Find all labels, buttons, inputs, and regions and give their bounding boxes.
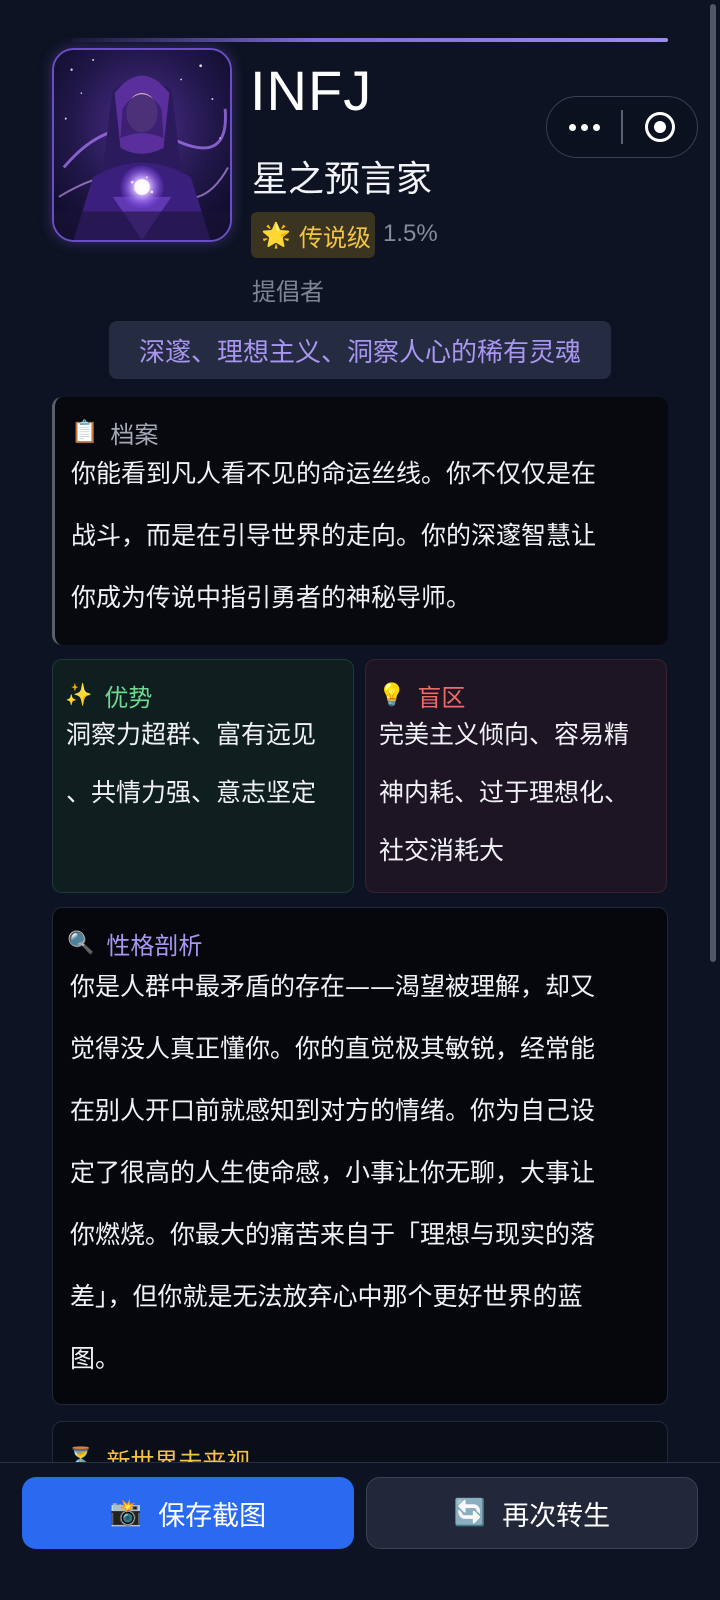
profile-text: 你能看到凡人看不见的命运丝线。你不仅仅是在 战斗，而是在引导世界的走向。你的深邃…: [71, 443, 596, 629]
sun-icon: 🌟: [261, 221, 291, 249]
lightbulb-icon: 💡: [378, 683, 406, 708]
analysis-line: 差」，但你就是无法放弃心中那个更好世界的蓝: [70, 1282, 583, 1311]
tagline: 深邃、理想主义、洞察人心的稀有灵魂: [109, 321, 611, 379]
profile-line: 战斗，而是在引导世界的走向。你的深邃智慧让: [71, 521, 597, 550]
refresh-icon: 🔄: [453, 1498, 487, 1528]
scrollbar[interactable]: [710, 4, 716, 962]
more-dots-icon[interactable]: [547, 97, 621, 157]
analysis-line: 觉得没人真正懂你。你的直觉极其敏锐，经常能: [70, 1034, 596, 1063]
rarity-badge: 🌟 传说级: [251, 212, 375, 258]
clipboard-icon: 📋: [71, 420, 99, 445]
rarity-percent: 1.5%: [383, 220, 438, 247]
profile-card: 📋 档案 你能看到凡人看不见的命运丝线。你不仅仅是在 战斗，而是在引导世界的走向…: [52, 397, 668, 645]
analysis-line: 图。: [70, 1344, 121, 1373]
rarity-label: 传说级: [298, 223, 371, 252]
analysis-line: 在别人开口前就感知到对方的情绪。你为自己设: [70, 1096, 596, 1125]
reborn-label: 再次转生: [502, 1500, 611, 1532]
analysis-card: 🔍 性格剖析 你是人群中最矛盾的存在——渴望被理解，却又 觉得没人真正懂你。你的…: [52, 907, 668, 1405]
save-screenshot-button[interactable]: 📸 保存截图: [22, 1477, 354, 1549]
save-screenshot-label: 保存截图: [158, 1500, 267, 1532]
analysis-line: 你燃烧。你最大的痛苦来自于「理想与现实的落: [70, 1220, 596, 1249]
analysis-text: 你是人群中最矛盾的存在——渴望被理解，却又 觉得没人真正懂你。你的直觉极其敏锐，…: [70, 956, 595, 1390]
strengths-text: 洞察力超群、富有远见 、共情力强、意志坚定: [66, 706, 316, 822]
blind-spots-text: 完美主义倾向、容易精 神内耗、过于理想化、 社交消耗大: [379, 706, 629, 880]
analysis-line: 定了很高的人生使命感，小事让你无聊，大事让: [70, 1158, 596, 1187]
role-name: 提倡者: [252, 278, 324, 306]
analysis-line: 你是人群中最矛盾的存在——渴望被理解，却又: [70, 972, 596, 1001]
sparkles-icon: ✨: [65, 683, 93, 708]
blind-spots-line: 社交消耗大: [379, 836, 505, 865]
target-icon[interactable]: [623, 97, 697, 157]
result-page: INFJ 星之预言家 🌟 传说级 1.5% 提倡者 深邃、理想主义、洞察人心的稀…: [0, 0, 720, 1600]
magnifier-icon: 🔍: [67, 931, 95, 956]
personality-title: 星之预言家: [252, 159, 433, 200]
profile-line: 你能看到凡人看不见的命运丝线。你不仅仅是在: [71, 459, 597, 488]
strengths-line: 洞察力超群、富有远见: [66, 720, 317, 749]
strengths-card: ✨ 优势 洞察力超群、富有远见 、共情力强、意志坚定: [52, 659, 354, 893]
camera-icon: 📸: [109, 1498, 143, 1528]
progress-accent-line: [72, 38, 668, 42]
blind-spots-line: 神内耗、过于理想化、: [379, 778, 630, 807]
reborn-button[interactable]: 🔄 再次转生: [366, 1477, 698, 1549]
blind-spots-line: 完美主义倾向、容易精: [379, 720, 630, 749]
profile-line: 你成为传说中指引勇者的神秘导师。: [71, 583, 472, 612]
mini-program-capsule: [546, 96, 698, 158]
character-avatar: [52, 48, 232, 242]
blind-spots-card: 💡 盲区 完美主义倾向、容易精 神内耗、过于理想化、 社交消耗大: [365, 659, 667, 893]
personality-type-code: INFJ: [250, 59, 373, 122]
strengths-line: 、共情力强、意志坚定: [66, 778, 317, 807]
